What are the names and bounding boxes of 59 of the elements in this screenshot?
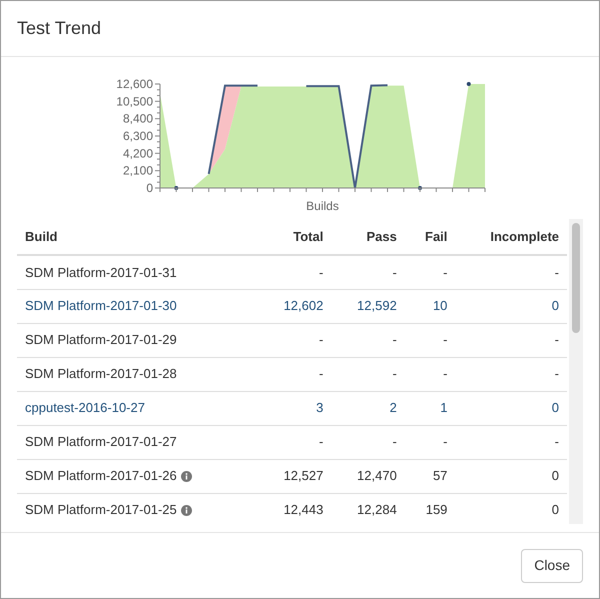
column-header: Incomplete (455, 219, 567, 255)
table-cell: 2 (390, 400, 397, 416)
table-cell: 10 (432, 298, 448, 314)
scrollbar[interactable] (569, 219, 583, 524)
info-icon[interactable] (180, 505, 192, 516)
table-cell: 12,602 (284, 298, 324, 314)
table-cell: 1 (440, 400, 448, 416)
table-cell: 12,527 (284, 468, 324, 484)
build-name: SDM Platform-2017-01-26 (25, 468, 177, 484)
table-cell: - (318, 332, 324, 348)
table-cell: - (554, 332, 559, 348)
info-icon[interactable] (180, 471, 192, 482)
x-axis-label: Builds (306, 199, 339, 213)
build-name: SDM Platform-2017-01-29 (25, 332, 177, 348)
column-header: Pass (331, 219, 405, 255)
table-cell: 0 (552, 400, 559, 416)
table-cell: 0 (552, 298, 559, 314)
build-name: SDM Platform-2017-01-31 (25, 264, 177, 280)
column-header: Total (258, 219, 332, 255)
table-cell: - (318, 434, 324, 450)
y-tick-label: 10,500 (116, 94, 153, 108)
table-cell: 12,592 (357, 298, 397, 314)
y-tick-label: 8,400 (122, 112, 153, 126)
table-cell: - (443, 434, 448, 450)
table-cell: - (443, 366, 448, 382)
table-cell: - (554, 366, 559, 382)
table-cell: 159 (426, 502, 448, 518)
table-cell: - (318, 366, 324, 382)
table-cell: 0 (552, 468, 559, 484)
build-link[interactable]: SDM Platform-2017-01-30 (25, 298, 177, 314)
y-tick-label: 6,300 (122, 129, 153, 143)
table-cell: - (392, 434, 397, 450)
column-header: Fail (404, 219, 456, 255)
table-cell: 12,443 (284, 502, 324, 518)
build-name: SDM Platform-2017-01-27 (25, 434, 177, 450)
table-cell: - (443, 332, 448, 348)
table-cell: 57 (432, 468, 448, 484)
build-name: SDM Platform-2017-01-25 (25, 502, 177, 518)
y-tick-label: 12,600 (116, 77, 153, 91)
table-cell: 12,470 (357, 468, 397, 484)
close-button[interactable]: Close (521, 548, 583, 582)
table-cell: 0 (552, 502, 559, 518)
table-cell: - (554, 434, 559, 450)
y-tick-label: 4,200 (122, 146, 153, 160)
table-cell: - (392, 264, 397, 280)
table-cell: - (554, 264, 559, 280)
build-link[interactable]: cpputest-2016-10-27 (25, 400, 145, 416)
table-cell: - (392, 366, 397, 382)
dialog-title: Test Trend (17, 17, 102, 40)
table-cell: - (392, 332, 397, 348)
build-name: SDM Platform-2017-01-28 (25, 366, 177, 382)
y-tick-label: 0 (146, 181, 153, 195)
table-cell: - (443, 264, 448, 280)
table-cell: - (318, 264, 324, 280)
scrollbar-thumb[interactable] (572, 223, 580, 333)
column-header: Build (17, 219, 258, 255)
y-tick-label: 2,100 (122, 164, 153, 178)
table-cell: 12,284 (357, 502, 397, 518)
table-cell: 3 (316, 400, 324, 416)
